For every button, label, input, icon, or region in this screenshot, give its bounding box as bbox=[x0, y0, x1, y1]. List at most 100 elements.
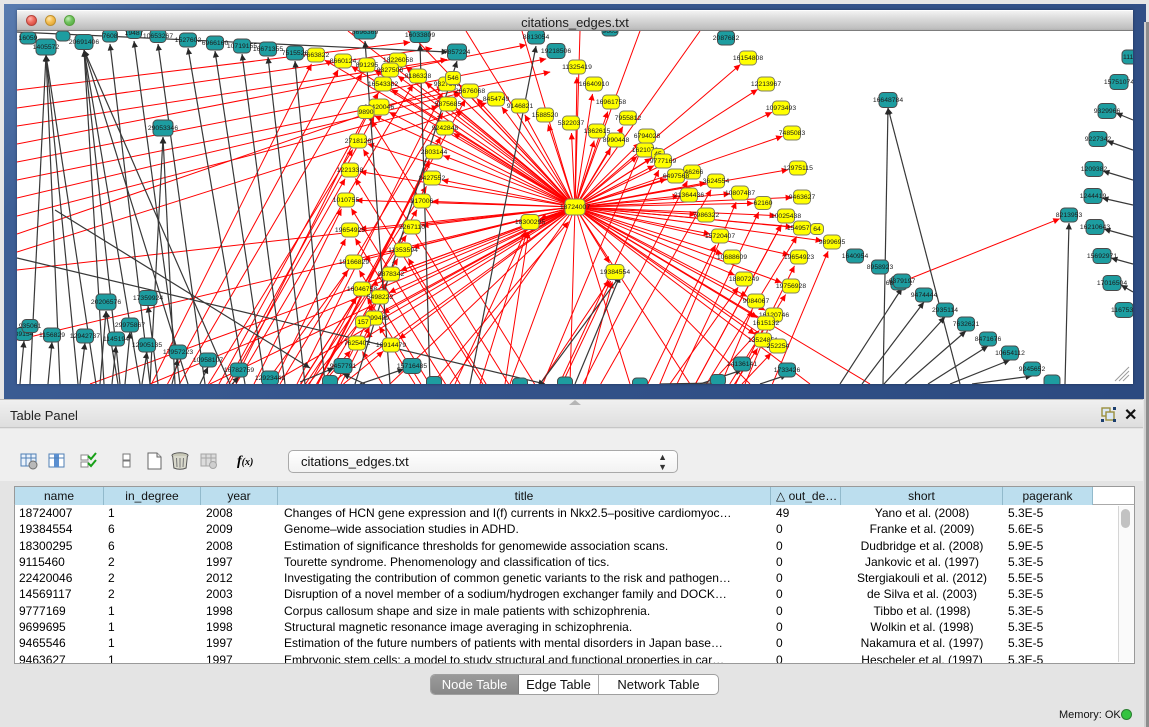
svg-text:1167533: 1167533 bbox=[1111, 307, 1133, 314]
svg-text:9327506: 9327506 bbox=[377, 67, 404, 74]
svg-text:9474444: 9474444 bbox=[911, 292, 938, 299]
svg-text:9329966: 9329966 bbox=[1094, 108, 1121, 115]
svg-text:16640910: 16640910 bbox=[579, 81, 609, 88]
svg-text:15751074: 15751074 bbox=[1104, 79, 1133, 86]
svg-text:12942737: 12942737 bbox=[70, 333, 100, 340]
svg-text:7857224: 7857224 bbox=[444, 49, 471, 56]
svg-text:1615132: 1615132 bbox=[753, 320, 780, 327]
svg-text:16059: 16059 bbox=[19, 35, 38, 42]
svg-text:62160: 62160 bbox=[754, 200, 773, 207]
svg-text:11353594: 11353594 bbox=[388, 247, 418, 254]
svg-text:20206576: 20206576 bbox=[91, 299, 121, 306]
svg-text:8454749: 8454749 bbox=[483, 96, 510, 103]
svg-text:17957223: 17957223 bbox=[163, 349, 193, 356]
svg-text:1209382: 1209382 bbox=[1081, 166, 1108, 173]
svg-text:19218506: 19218506 bbox=[541, 48, 571, 55]
svg-text:29975867: 29975867 bbox=[115, 322, 145, 329]
svg-text:16782759: 16782759 bbox=[224, 367, 254, 374]
svg-text:11325419: 11325419 bbox=[562, 64, 592, 71]
svg-text:7608: 7608 bbox=[102, 33, 117, 40]
svg-text:935061: 935061 bbox=[19, 323, 42, 330]
svg-text:7632621: 7632621 bbox=[953, 321, 980, 328]
svg-text:1156829: 1156829 bbox=[39, 332, 65, 339]
svg-text:19487: 19487 bbox=[125, 31, 144, 37]
svg-text:7986322: 7986322 bbox=[693, 212, 720, 219]
svg-text:1405572: 1405572 bbox=[33, 44, 60, 51]
svg-text:9899695: 9899695 bbox=[819, 239, 846, 246]
svg-text:18807249: 18807249 bbox=[729, 276, 759, 283]
svg-text:21364436: 21364436 bbox=[674, 192, 704, 199]
svg-text:5322037: 5322037 bbox=[558, 120, 585, 127]
svg-text:10973493: 10973493 bbox=[766, 105, 796, 112]
svg-text:10653267: 10653267 bbox=[143, 33, 173, 40]
svg-text:891295: 891295 bbox=[356, 62, 379, 69]
svg-text:2718126: 2718126 bbox=[345, 138, 372, 145]
svg-text:546: 546 bbox=[447, 75, 459, 82]
svg-text:8958923: 8958923 bbox=[867, 264, 894, 271]
svg-text:9605: 9605 bbox=[602, 31, 617, 35]
svg-text:19654923: 19654923 bbox=[784, 254, 814, 261]
svg-text:2803144: 2803144 bbox=[421, 149, 448, 156]
svg-text:16961758: 16961758 bbox=[596, 99, 626, 106]
svg-text:1588520: 1588520 bbox=[532, 112, 559, 119]
svg-text:12975115: 12975115 bbox=[783, 165, 813, 172]
svg-text:9890: 9890 bbox=[358, 109, 373, 116]
svg-text:17016504: 17016504 bbox=[1097, 280, 1127, 287]
svg-text:16648784: 16648784 bbox=[873, 97, 903, 104]
svg-text:3267110: 3267110 bbox=[399, 224, 425, 231]
svg-text:10654112: 10654112 bbox=[995, 350, 1025, 357]
svg-text:8813054: 8813054 bbox=[523, 34, 550, 41]
svg-text:8471676: 8471676 bbox=[975, 336, 1002, 343]
svg-text:19384554: 19384554 bbox=[600, 269, 630, 276]
svg-text:1527602: 1527602 bbox=[175, 37, 202, 44]
svg-text:10807487: 10807487 bbox=[725, 190, 755, 197]
svg-text:252254: 252254 bbox=[767, 343, 790, 350]
svg-text:19166829: 19166829 bbox=[339, 259, 369, 266]
svg-text:1640954: 1640954 bbox=[842, 253, 869, 260]
svg-text:1112: 1112 bbox=[1123, 54, 1133, 61]
svg-text:18724007: 18724007 bbox=[560, 204, 590, 211]
svg-text:9463627: 9463627 bbox=[789, 194, 816, 201]
svg-text:8427552: 8427552 bbox=[419, 175, 446, 182]
svg-text:2935114: 2935114 bbox=[932, 307, 958, 314]
svg-text:16671355: 16671355 bbox=[253, 46, 283, 53]
svg-text:10688609: 10688609 bbox=[717, 254, 747, 261]
svg-text:9227342: 9227342 bbox=[1085, 136, 1112, 143]
svg-text:15716485: 15716485 bbox=[397, 363, 427, 370]
svg-text:8186328: 8186328 bbox=[405, 73, 432, 80]
svg-text:8213953: 8213953 bbox=[1056, 212, 1083, 219]
svg-text:9777169: 9777169 bbox=[650, 158, 677, 165]
svg-text:19654925: 19654925 bbox=[335, 227, 365, 234]
svg-text:157: 157 bbox=[357, 319, 369, 326]
svg-text:6379197: 6379197 bbox=[889, 278, 916, 285]
svg-text:5875685: 5875685 bbox=[435, 101, 462, 108]
svg-text:29053346: 29053346 bbox=[148, 125, 178, 132]
svg-text:15720407: 15720407 bbox=[705, 233, 735, 240]
svg-text:9242848: 9242848 bbox=[432, 125, 459, 132]
svg-text:1362615: 1362615 bbox=[584, 128, 611, 135]
svg-text:3624554: 3624554 bbox=[703, 178, 730, 185]
svg-text:16543382: 16543382 bbox=[368, 81, 398, 88]
svg-text:16033809: 16033809 bbox=[405, 32, 435, 39]
svg-text:16914479: 16914479 bbox=[376, 342, 406, 349]
svg-text:8696369: 8696369 bbox=[352, 31, 379, 36]
svg-text:1244419: 1244419 bbox=[1080, 193, 1107, 200]
svg-text:1221338: 1221338 bbox=[337, 167, 364, 174]
svg-text:1733426: 1733426 bbox=[774, 367, 801, 374]
svg-text:1010755: 1010755 bbox=[333, 197, 360, 204]
svg-text:12213967: 12213967 bbox=[751, 81, 781, 88]
svg-text:8990448: 8990448 bbox=[603, 137, 630, 144]
svg-text:20691406: 20691406 bbox=[69, 39, 99, 46]
svg-text:16154808: 16154808 bbox=[733, 55, 763, 62]
svg-text:9084067: 9084067 bbox=[743, 298, 770, 305]
svg-text:917006: 917006 bbox=[411, 198, 434, 205]
svg-text:10958107: 10958107 bbox=[193, 357, 223, 364]
svg-text:9457791: 9457791 bbox=[330, 363, 357, 370]
svg-text:6966160: 6966160 bbox=[202, 40, 229, 47]
svg-text:6497568: 6497568 bbox=[663, 173, 690, 180]
svg-text:6794028: 6794028 bbox=[634, 133, 661, 140]
svg-text:7663822: 7663822 bbox=[303, 52, 330, 59]
svg-text:1145194: 1145194 bbox=[103, 336, 129, 343]
svg-text:8878342: 8878342 bbox=[378, 271, 405, 278]
svg-text:16210643: 16210643 bbox=[1080, 224, 1110, 231]
